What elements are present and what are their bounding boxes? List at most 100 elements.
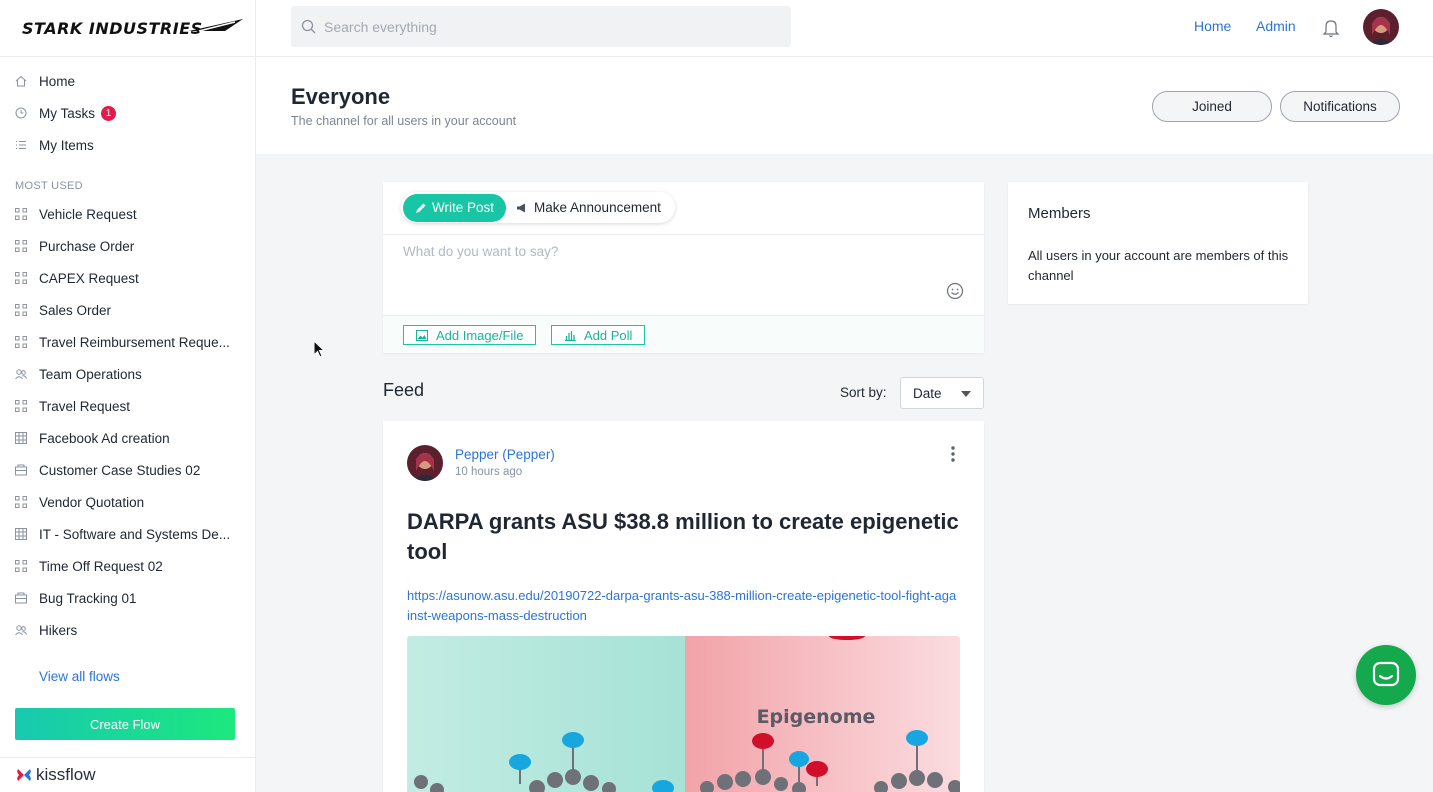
chat-icon xyxy=(1372,661,1400,687)
process-icon xyxy=(15,560,27,572)
poll-chart-icon xyxy=(565,330,576,341)
sidebar-flow-item[interactable]: Vehicle Request xyxy=(0,198,255,230)
sidebar: STARK INDUSTRIES Home My Tasks 1 My Item… xyxy=(0,0,256,792)
tasks-count-badge: 1 xyxy=(101,105,117,121)
post-link-preview-image[interactable]: Epigenome xyxy=(407,636,960,792)
sidebar-flow-item[interactable]: Hikers xyxy=(0,614,255,646)
sidebar-flow-item[interactable]: Time Off Request 02 xyxy=(0,550,255,582)
top-nav-admin-link[interactable]: Admin xyxy=(1256,18,1296,34)
members-card: Members All users in your account are me… xyxy=(1008,182,1308,304)
post-title: DARPA grants ASU $38.8 million to create… xyxy=(407,509,959,564)
sidebar-flow-item[interactable]: Travel Reimbursement Reque... xyxy=(0,326,255,358)
sidebar-flow-item[interactable]: Vendor Quotation xyxy=(0,486,255,518)
mouse-cursor-icon xyxy=(313,340,325,358)
process-icon xyxy=(15,496,27,508)
view-all-flows-link[interactable]: View all flows xyxy=(0,669,255,684)
composer-footer: Add Image/File Add Poll xyxy=(383,315,984,353)
tab-write-post[interactable]: Write Post xyxy=(403,193,507,222)
sidebar-item-label: Purchase Order xyxy=(39,238,135,254)
case-icon xyxy=(15,592,27,604)
post-composer: Write Post Make Announcement Add Image/F… xyxy=(383,182,984,353)
search-icon xyxy=(301,19,316,34)
add-poll-label: Add Poll xyxy=(584,327,633,343)
top-bar: Home Admin xyxy=(256,0,1433,57)
case-icon xyxy=(15,464,27,476)
sidebar-flow-item[interactable]: CAPEX Request xyxy=(0,262,255,294)
most-used-flow-list: Vehicle Request Purchase Order CAPEX Reque… xyxy=(0,198,255,646)
people-icon xyxy=(15,368,27,380)
most-used-heading: MOST USED xyxy=(15,180,83,192)
sidebar-flow-item[interactable]: Travel Request xyxy=(0,390,255,422)
sidebar-item-label: Bug Tracking 01 xyxy=(39,590,137,606)
members-description: All users in your account are members of… xyxy=(1028,248,1289,283)
user-avatar[interactable] xyxy=(1363,9,1399,45)
post-text-input[interactable] xyxy=(403,244,923,259)
process-icon xyxy=(15,304,27,316)
sidebar-item-label: Travel Request xyxy=(39,398,131,414)
add-image-file-button[interactable]: Add Image/File xyxy=(403,325,537,345)
tab-make-announcement-label: Make Announcement xyxy=(534,200,661,215)
sidebar-item-label: Facebook Ad creation xyxy=(39,430,170,446)
tab-make-announcement[interactable]: Make Announcement xyxy=(516,200,661,215)
sort-by-select[interactable]: Date xyxy=(900,377,984,409)
members-title: Members xyxy=(1028,205,1091,222)
sidebar-flow-item[interactable]: Customer Case Studies 02 xyxy=(0,454,255,486)
kissflow-logo-icon xyxy=(17,769,31,781)
post-timestamp: 10 hours ago xyxy=(455,466,523,478)
channel-title: Everyone xyxy=(291,84,391,109)
feed-post: Pepper (Pepper) 10 hours ago DARPA grant… xyxy=(383,421,984,792)
kissflow-brand: kissflow xyxy=(0,757,255,792)
home-icon xyxy=(15,75,27,87)
joined-button[interactable]: Joined xyxy=(1152,91,1272,122)
global-search xyxy=(291,6,791,47)
sidebar-item-my-items[interactable]: My Items xyxy=(0,129,255,161)
post-author-avatar[interactable] xyxy=(407,445,443,481)
more-options-icon[interactable] xyxy=(945,445,961,463)
sidebar-flow-item[interactable]: Bug Tracking 01 xyxy=(0,582,255,614)
search-input[interactable] xyxy=(324,18,764,35)
process-icon xyxy=(15,336,27,348)
emoji-picker-icon[interactable] xyxy=(946,282,964,300)
sidebar-flow-item[interactable]: Facebook Ad creation xyxy=(0,422,255,454)
pencil-icon xyxy=(416,203,426,213)
primary-nav: Home My Tasks 1 My Items MOST USED Vehic… xyxy=(0,57,255,684)
megaphone-icon xyxy=(517,203,526,212)
sidebar-item-my-tasks[interactable]: My Tasks 1 xyxy=(0,97,255,129)
top-nav-home-link[interactable]: Home xyxy=(1194,18,1231,34)
list-icon xyxy=(15,139,27,151)
notifications-bell-icon[interactable] xyxy=(1322,18,1340,38)
sidebar-item-label: My Items xyxy=(39,137,94,153)
add-image-file-label: Add Image/File xyxy=(436,327,524,343)
composer-tabs: Write Post Make Announcement xyxy=(383,182,984,235)
sidebar-item-home[interactable]: Home xyxy=(0,65,255,97)
create-flow-button[interactable]: Create Flow xyxy=(15,708,235,740)
chat-launcher-button[interactable] xyxy=(1356,645,1416,705)
post-author-name[interactable]: Pepper (Pepper) xyxy=(455,447,555,462)
sidebar-item-label: Hikers xyxy=(39,622,78,638)
notifications-button[interactable]: Notifications xyxy=(1280,91,1400,122)
process-icon xyxy=(15,208,27,220)
process-icon xyxy=(15,272,27,284)
sidebar-item-label: IT - Software and Systems De... xyxy=(39,526,231,542)
sidebar-item-label: Time Off Request 02 xyxy=(39,558,163,574)
channel-subtitle: The channel for all users in your accoun… xyxy=(291,114,517,128)
caret-down-icon xyxy=(961,391,971,397)
sidebar-flow-item[interactable]: Sales Order xyxy=(0,294,255,326)
sidebar-item-label: Home xyxy=(39,73,76,89)
sort-by-value: Date xyxy=(913,385,942,401)
kissflow-wordmark: kissflow xyxy=(36,765,96,784)
sort-by-label: Sort by: xyxy=(840,385,887,400)
sidebar-item-label: My Tasks xyxy=(39,105,96,121)
sidebar-item-label: Vehicle Request xyxy=(39,206,137,222)
tab-write-post-label: Write Post xyxy=(432,200,495,215)
sidebar-flow-item[interactable]: IT - Software and Systems De... xyxy=(0,518,255,550)
people-icon xyxy=(15,624,27,636)
post-link[interactable]: https://asunow.asu.edu/20190722-darpa-gr… xyxy=(407,586,957,626)
sidebar-item-label: Vendor Quotation xyxy=(39,494,145,510)
grid-icon xyxy=(15,528,27,540)
sidebar-flow-item[interactable]: Team Operations xyxy=(0,358,255,390)
company-logo[interactable]: STARK INDUSTRIES xyxy=(0,0,255,57)
sidebar-item-label: CAPEX Request xyxy=(39,270,139,286)
add-poll-button[interactable]: Add Poll xyxy=(551,325,646,345)
sidebar-flow-item[interactable]: Purchase Order xyxy=(0,230,255,262)
